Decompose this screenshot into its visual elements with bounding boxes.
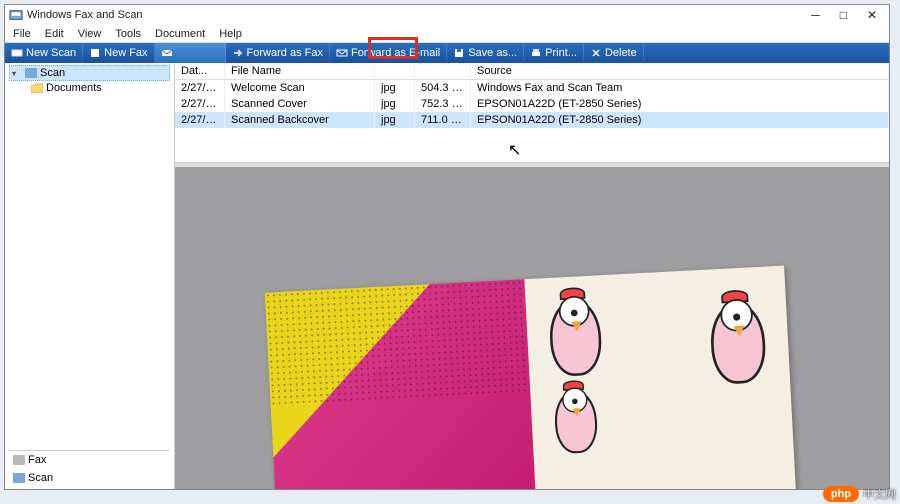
menu-tools[interactable]: Tools — [115, 28, 141, 40]
forward-fax-icon — [232, 47, 244, 59]
new-fax-button[interactable]: New Fax — [83, 43, 154, 63]
print-button[interactable]: Print... — [524, 43, 584, 63]
cell-type: jpg — [375, 112, 415, 128]
close-button[interactable]: ✕ — [867, 8, 877, 22]
col-date[interactable]: Dat... — [175, 63, 225, 79]
delete-icon — [590, 47, 602, 59]
menu-file[interactable]: File — [13, 28, 31, 40]
printer-icon — [530, 47, 542, 59]
preview-pane: MY HERO ACADEMIA THE MOVIE WORLD HEROES'… — [175, 163, 889, 489]
cell-size: 711.0 KB — [415, 112, 471, 128]
delete-button[interactable]: Delete — [584, 43, 644, 63]
scanner-folder-icon — [25, 68, 37, 78]
envelope-icon — [161, 47, 173, 59]
franchise-name: MY HERO ACADEMIA — [339, 487, 469, 489]
cell-name: Welcome Scan — [225, 80, 375, 96]
new-scan-button[interactable]: New Scan — [5, 43, 83, 63]
scan-device-icon — [13, 473, 25, 483]
cell-type: jpg — [375, 96, 415, 112]
forward-email-button[interactable]: Forward as E-mail — [330, 43, 447, 63]
preview-image: MY HERO ACADEMIA THE MOVIE WORLD HEROES'… — [265, 266, 799, 489]
list-row[interactable]: 2/27/202...Scanned Backcoverjpg711.0 KBE… — [175, 112, 889, 128]
menubar: File Edit View Tools Document Help — [5, 25, 889, 43]
list-header: Dat... File Name Source — [175, 63, 889, 80]
menu-help[interactable]: Help — [219, 28, 242, 40]
movie-title-block: MY HERO ACADEMIA THE MOVIE WORLD HEROES'… — [339, 487, 474, 489]
bird-character-2 — [546, 382, 606, 462]
menu-document[interactable]: Document — [155, 28, 205, 40]
fax-icon — [89, 47, 101, 59]
tree-documents[interactable]: Documents — [9, 81, 170, 95]
cell-name: Scanned Cover — [225, 96, 375, 112]
window-controls: ─ □ ✕ — [811, 8, 885, 22]
list-row[interactable]: 2/27/202...Scanned Coverjpg752.3 KBEPSON… — [175, 96, 889, 112]
watermark-pill: php — [823, 486, 859, 502]
app-title: Windows Fax and Scan — [27, 9, 143, 21]
nav-switch-fax[interactable]: Fax — [9, 451, 170, 469]
cell-source: EPSON01A22D (ET-2850 Series) — [471, 112, 889, 128]
col-filename[interactable]: File Name — [225, 63, 375, 79]
cell-name: Scanned Backcover — [225, 112, 375, 128]
cover-right-panel: PINO — [524, 266, 799, 489]
bird-character-3 — [700, 292, 777, 395]
nav-tree: ▾ Scan Documents — [9, 65, 170, 450]
scanner-icon — [11, 47, 23, 59]
col-source[interactable]: Source — [471, 63, 889, 79]
maximize-button[interactable]: □ — [840, 8, 847, 22]
scan-list: Dat... File Name Source 2/27/202...Welco… — [175, 63, 889, 163]
cell-source: Windows Fax and Scan Team — [471, 80, 889, 96]
nav-pane: ▾ Scan Documents Fax Scan — [5, 63, 175, 489]
app-window: Windows Fax and Scan ─ □ ✕ File Edit Vie… — [4, 4, 890, 490]
watermark: php 中文网 — [823, 486, 896, 502]
menu-view[interactable]: View — [78, 28, 102, 40]
reply-forward-button[interactable] — [155, 43, 226, 63]
app-icon — [9, 8, 23, 22]
save-icon — [453, 47, 465, 59]
collapse-icon[interactable]: ▾ — [12, 69, 22, 78]
cell-source: EPSON01A22D (ET-2850 Series) — [471, 96, 889, 112]
col-type[interactable] — [375, 63, 415, 79]
cover-left-panel: MY HERO ACADEMIA THE MOVIE WORLD HEROES'… — [265, 279, 540, 489]
fax-device-icon — [13, 455, 25, 465]
forward-fax-button[interactable]: Forward as Fax — [226, 43, 330, 63]
cell-date: 2/27/202... — [175, 80, 225, 96]
minimize-button[interactable]: ─ — [811, 8, 820, 22]
list-row[interactable]: 2/27/202...Welcome Scanjpg504.3 KBWindow… — [175, 80, 889, 96]
nav-bottom: Fax Scan — [9, 450, 170, 487]
cell-date: 2/27/202... — [175, 112, 225, 128]
col-size[interactable] — [415, 63, 471, 79]
cell-size: 504.3 KB — [415, 80, 471, 96]
body: ▾ Scan Documents Fax Scan — [5, 63, 889, 489]
nav-switch-scan[interactable]: Scan — [9, 469, 170, 487]
forward-email-icon — [336, 47, 348, 59]
bird-character-1 — [539, 289, 612, 386]
toolbar: New Scan New Fax Forward as Fax Forward … — [5, 43, 889, 63]
titlebar: Windows Fax and Scan ─ □ ✕ — [5, 5, 889, 25]
cell-size: 752.3 KB — [415, 96, 471, 112]
watermark-text: 中文网 — [863, 486, 896, 502]
tree-root-scan[interactable]: ▾ Scan — [9, 65, 170, 81]
halftone-pattern — [265, 279, 531, 408]
folder-icon — [31, 83, 43, 93]
cell-type: jpg — [375, 80, 415, 96]
cell-date: 2/27/202... — [175, 96, 225, 112]
list-preview-pane: Dat... File Name Source 2/27/202...Welco… — [175, 63, 889, 489]
save-as-button[interactable]: Save as... — [447, 43, 524, 63]
menu-edit[interactable]: Edit — [45, 28, 64, 40]
